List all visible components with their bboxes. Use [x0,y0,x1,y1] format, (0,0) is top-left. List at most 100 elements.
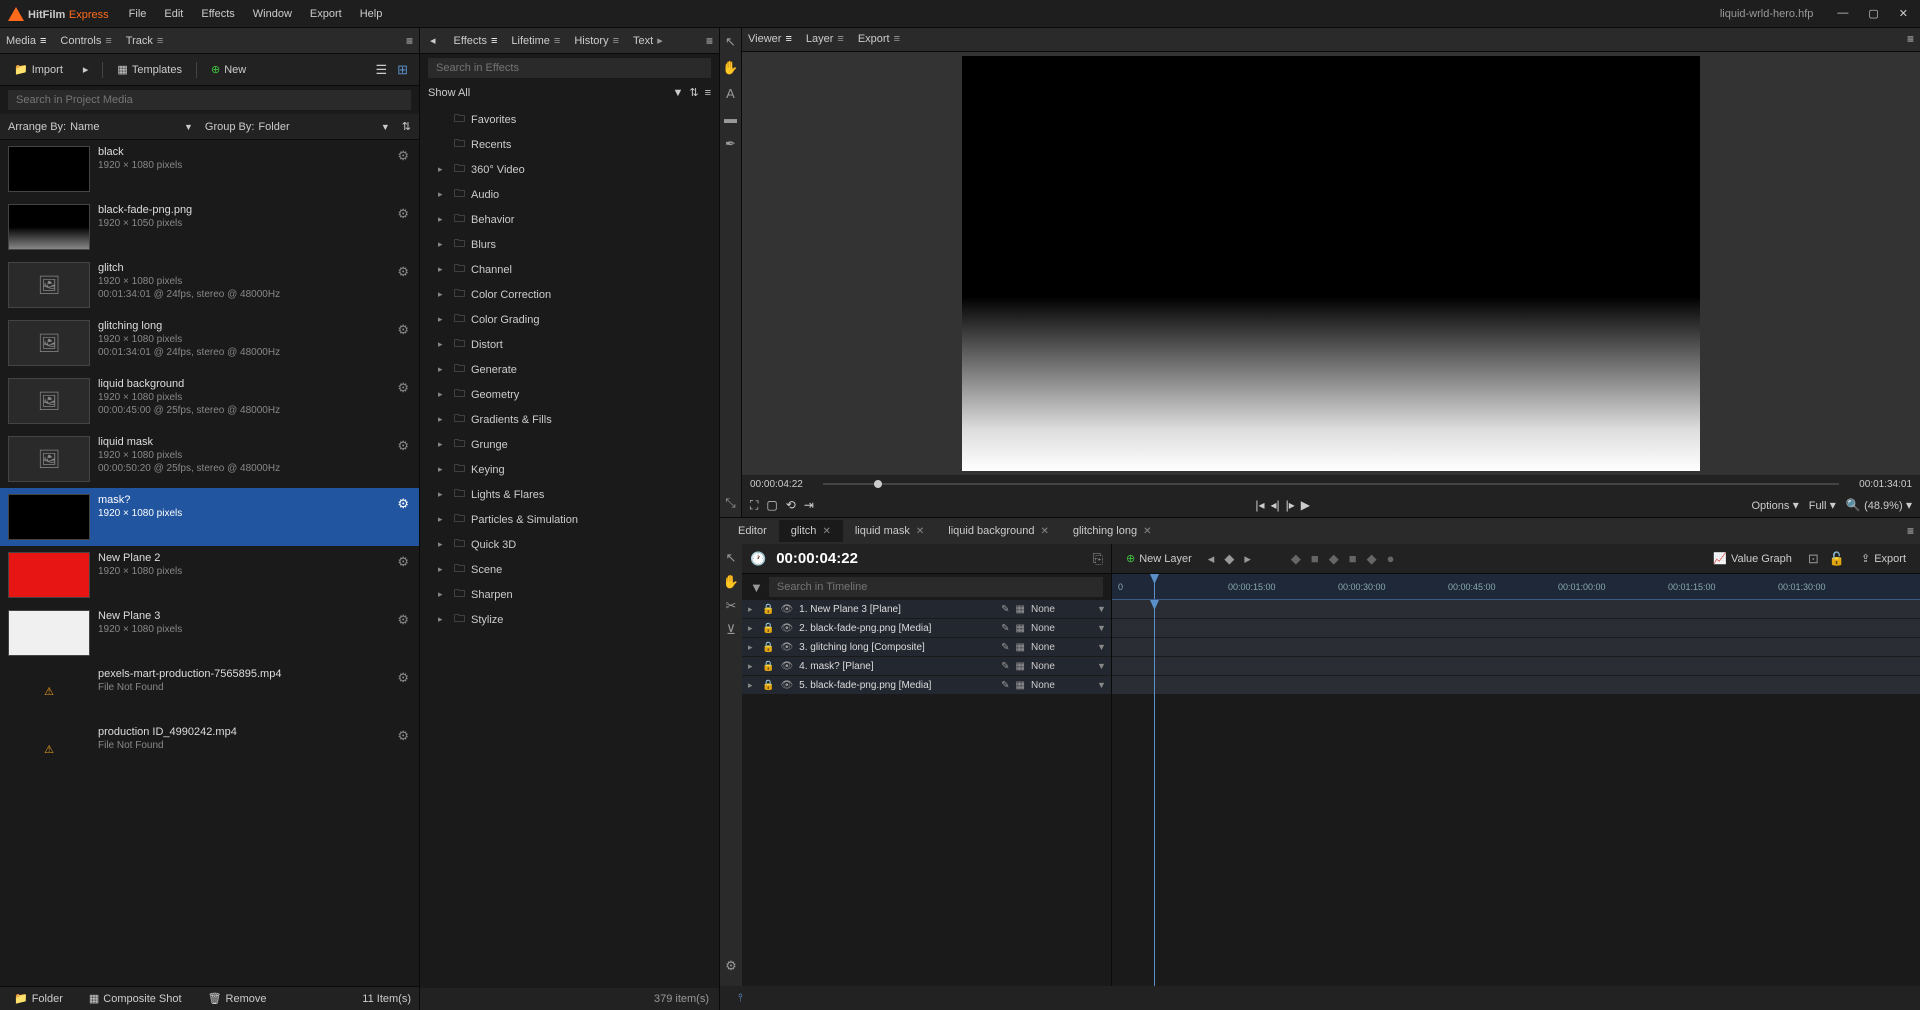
layer-row[interactable]: ▸🔒👁1. New Plane 3 [Plane]✎▦None▼ [742,600,1111,619]
key-circle-icon[interactable]: ● [1387,551,1395,566]
fit-icon[interactable]: ⊡ [1808,551,1819,567]
close-button[interactable]: ✕ [1895,5,1912,22]
media-item[interactable]: 🖼glitching long1920 × 1080 pixels00:01:3… [0,314,419,372]
next-key-icon[interactable]: ▸ [1244,551,1251,567]
value-graph-button[interactable]: 📈 Value Graph [1707,548,1798,569]
remove-button[interactable]: 🗑 Remove [202,988,273,1009]
visibility-icon[interactable]: 👁 [780,604,793,615]
chevron-down-icon[interactable]: ▼ [1097,642,1105,652]
media-item[interactable]: New Plane 21920 × 1080 pixels⚙ [0,546,419,604]
crop-icon[interactable]: ▢ [766,498,777,513]
quality-dropdown[interactable]: Full ▾ [1809,498,1836,512]
timeline-timecode[interactable]: 00:00:04:22 [776,550,858,567]
viewer-scrubber[interactable] [823,483,1839,485]
effects-category[interactable]: ▸🗀Audio [420,182,719,207]
timeline-tab[interactable]: liquid background✕ [936,520,1061,542]
edit-icon[interactable]: ✎ [1001,623,1009,634]
effects-search-input[interactable] [428,58,711,78]
sort-icon[interactable]: ⇅ [402,120,411,133]
layer-row[interactable]: ▸🔒👁2. black-fade-png.png [Media]✎▦None▼ [742,619,1111,638]
lock-icon[interactable]: 🔒 [762,680,774,691]
close-icon[interactable]: ✕ [1143,526,1151,537]
gear-icon[interactable]: ⚙ [397,322,409,338]
effects-category[interactable]: ▸🗀Particles & Simulation [420,507,719,532]
key-diamond3-icon[interactable]: ◆ [1367,551,1377,567]
effects-category[interactable]: ▸🗀Gradients & Fills [420,407,719,432]
play-icon[interactable]: ▶ [1301,498,1310,512]
panel-menu-icon[interactable]: ≡ [406,34,413,48]
clock-icon[interactable]: 🕐 [750,551,766,567]
expand-icon[interactable]: ▸ [748,623,756,634]
checker-icon[interactable]: ▦ [1016,623,1025,634]
menu-window[interactable]: Window [253,8,292,20]
layer-row[interactable]: ▸🔒👁5. black-fade-png.png [Media]✎▦None▼ [742,676,1111,695]
gear-icon[interactable]: ⚙ [397,496,409,512]
import-dropdown[interactable]: ▸ [77,59,95,80]
media-item[interactable]: black1920 × 1080 pixels⚙ [0,140,419,198]
list-icon[interactable]: ≡ [705,87,711,99]
text-tool-icon[interactable]: A [726,86,735,101]
effects-category[interactable]: ▸🗀Behavior [420,207,719,232]
export-button[interactable]: ⇪ Export [1855,548,1912,569]
menu-effects[interactable]: Effects [201,8,234,20]
timeline-tab[interactable]: glitch✕ [779,520,843,542]
new-button[interactable]: ⊕ New [205,59,252,80]
tab-history[interactable]: History ≡ [574,35,619,47]
timeline-tab[interactable]: Editor [726,520,779,542]
expand-icon[interactable]: ▸ [748,661,756,672]
tab-media[interactable]: Media ≡ [6,35,46,47]
effects-category[interactable]: ▸🗀Lights & Flares [420,482,719,507]
close-icon[interactable]: ✕ [822,526,830,537]
visibility-icon[interactable]: 👁 [780,623,793,634]
checker-icon[interactable]: ▦ [1016,642,1025,653]
key-square2-icon[interactable]: ■ [1349,551,1357,566]
effects-category[interactable]: ▸🗀Blurs [420,232,719,257]
media-item[interactable]: 🖼liquid mask1920 × 1080 pixels00:00:50:2… [0,430,419,488]
timeline-menu-icon[interactable]: ≡ [1907,524,1914,538]
select-tool-icon[interactable]: ↖ [726,550,737,566]
tab-export[interactable]: Export ≡ [858,33,900,45]
track-menu-icon[interactable]: ⎘ [1093,551,1103,567]
tab-lifetime[interactable]: Lifetime ≡ [511,35,560,47]
resize-icon[interactable]: ⤡ [725,495,735,511]
track-row[interactable] [1112,676,1920,695]
effects-showall[interactable]: Show All▼ ⇅ ≡ [420,82,719,103]
visibility-icon[interactable]: 👁 [780,680,793,691]
blend-mode[interactable]: None [1031,661,1091,672]
effects-category[interactable]: ▸🗀Generate [420,357,719,382]
pen-tool-icon[interactable]: ✒ [725,136,736,152]
checker-icon[interactable]: ▦ [1016,604,1025,615]
menu-help[interactable]: Help [360,8,383,20]
gear-icon[interactable]: ⚙ [397,670,409,686]
prev-tab-icon[interactable]: ◂ [426,32,440,49]
effects-category[interactable]: 🗀Favorites [420,107,719,132]
checker-icon[interactable]: ▦ [1016,661,1025,672]
effects-category[interactable]: ▸🗀Scene [420,557,719,582]
media-item[interactable]: ⚠production ID_4990242.mp4File Not Found… [0,720,419,778]
track-row[interactable] [1112,657,1920,676]
media-item[interactable]: ⚠pexels-mart-production-7565895.mp4File … [0,662,419,720]
fullscreen-icon[interactable]: ⛶ [750,498,758,513]
key-diamond-icon[interactable]: ◆ [1291,551,1301,567]
gear-icon[interactable]: ⚙ [397,206,409,222]
prev-key-icon[interactable]: ◂ [1208,551,1215,567]
group-by-dropdown[interactable]: Group By: Folder▼ [205,121,390,133]
gear-icon[interactable]: ⚙ [397,148,409,164]
step-back-icon[interactable]: ◂| [1270,498,1279,512]
viewer-canvas[interactable] [742,52,1920,475]
thumb-view-icon[interactable]: ⊞ [394,59,411,81]
track-row[interactable] [1112,619,1920,638]
blend-mode[interactable]: None [1031,604,1091,615]
expand-icon[interactable]: ▸ [748,680,756,691]
effects-category[interactable]: ▸🗀Quick 3D [420,532,719,557]
tab-controls[interactable]: Controls ≡ [60,35,111,47]
edit-icon[interactable]: ✎ [1001,642,1009,653]
effects-category[interactable]: 🗀Recents [420,132,719,157]
media-item[interactable]: New Plane 31920 × 1080 pixels⚙ [0,604,419,662]
menu-edit[interactable]: Edit [164,8,183,20]
lock-icon[interactable]: 🔒 [762,623,774,634]
slice-tool-icon[interactable]: ▬ [724,111,737,126]
menu-file[interactable]: File [129,8,147,20]
zoom-dropdown[interactable]: 🔍 (48.9%) ▾ [1846,498,1912,512]
effects-category[interactable]: ▸🗀Stylize [420,607,719,632]
